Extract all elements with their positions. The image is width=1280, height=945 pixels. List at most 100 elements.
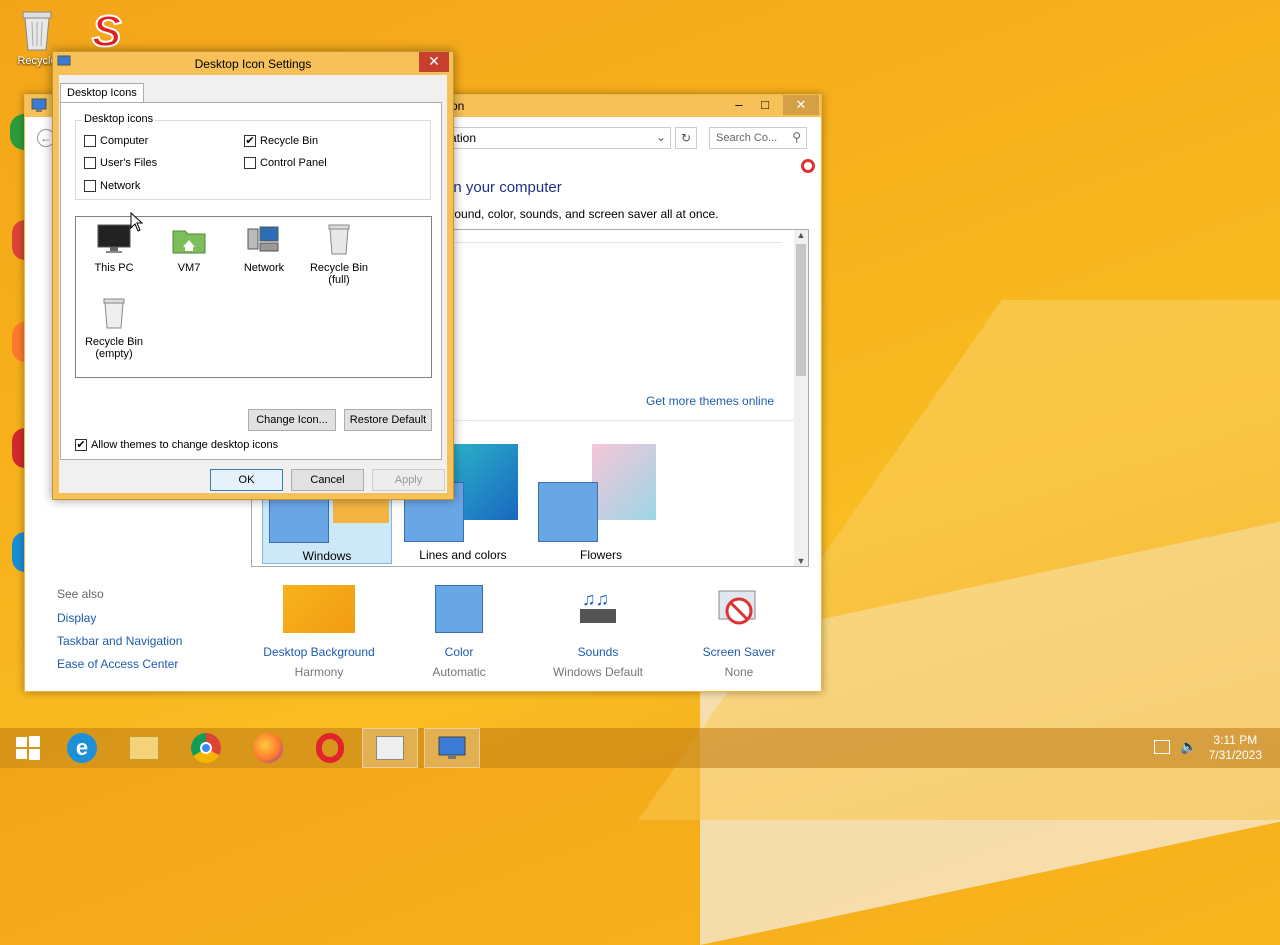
- icon-network[interactable]: Network: [229, 223, 299, 274]
- color-palette-icon: [435, 585, 483, 633]
- clock[interactable]: 3:11 PM 7/31/2023: [1209, 733, 1262, 763]
- theme-label: Flowers: [579, 548, 622, 562]
- close-button[interactable]: ✕: [419, 52, 449, 72]
- desktop-icon-settings-dialog: Desktop Icon Settings ✕ Desktop Icons De…: [52, 51, 454, 500]
- color-palette-icon: [538, 482, 598, 542]
- see-also-display[interactable]: Display: [57, 611, 182, 625]
- change-icon-button[interactable]: Change Icon...: [248, 409, 336, 431]
- icon-vm7[interactable]: VM7: [154, 223, 224, 274]
- folder-home-icon: [172, 230, 206, 254]
- taskbar-internet-explorer[interactable]: e: [54, 728, 110, 768]
- checkbox-label: Allow themes to change desktop icons: [91, 439, 279, 451]
- icon-list: This PC VM7 Network Recycle Bin (full) R…: [75, 216, 432, 378]
- recycle-bin-empty-icon: [103, 298, 125, 329]
- taskbar-opera[interactable]: [302, 728, 358, 768]
- theme-flowers[interactable]: Flowers: [536, 444, 666, 564]
- mouse-cursor-icon: [130, 212, 144, 232]
- checkbox-box[interactable]: [84, 135, 96, 147]
- checkbox-box[interactable]: [84, 157, 96, 169]
- see-also: See also Display Taskbar and Navigation …: [57, 587, 182, 680]
- get-more-themes-link[interactable]: Get more themes online: [646, 394, 774, 408]
- icon-recycle-bin-empty[interactable]: Recycle Bin (empty): [79, 297, 149, 360]
- theme-preview: [592, 444, 656, 520]
- checkbox-box[interactable]: [84, 180, 96, 192]
- color-item[interactable]: Color Automatic: [389, 585, 529, 679]
- chrome-icon: [191, 733, 221, 763]
- firefox-icon: [253, 733, 283, 763]
- recycle-bin-checkbox[interactable]: ✔ Recycle Bin: [244, 135, 318, 147]
- network-checkbox[interactable]: Network: [84, 180, 140, 192]
- help-icon[interactable]: [801, 159, 815, 173]
- ok-button[interactable]: OK: [210, 469, 283, 491]
- item-value: Harmony: [294, 665, 344, 679]
- icon-label: Network: [243, 262, 285, 274]
- maximize-button[interactable]: □: [751, 95, 779, 115]
- desktop-app-s-icon[interactable]: S: [88, 6, 136, 57]
- screen-saver-icon: [715, 585, 763, 633]
- allow-themes-checkbox[interactable]: ✔ Allow themes to change desktop icons: [75, 439, 278, 451]
- checkmark-icon[interactable]: ✔: [244, 135, 256, 147]
- tab-desktop-icons[interactable]: Desktop Icons: [60, 83, 144, 102]
- screen-saver-item[interactable]: Screen Saver None: [669, 585, 809, 679]
- checkbox-box[interactable]: [244, 157, 256, 169]
- scroll-up-icon[interactable]: ▲: [794, 230, 808, 240]
- icon-label: VM7: [177, 262, 201, 274]
- item-name: Desktop Background: [263, 645, 375, 659]
- close-button[interactable]: ✕: [783, 95, 819, 115]
- taskbar-file-explorer[interactable]: [116, 728, 172, 768]
- sounds-icon: ♫♫: [574, 585, 622, 633]
- control-panel-checkbox[interactable]: Control Panel: [244, 157, 327, 169]
- item-name: Color: [444, 645, 474, 659]
- control-panel-icon: [31, 98, 47, 112]
- scrollbar-thumb[interactable]: [796, 244, 806, 376]
- start-button[interactable]: [0, 728, 56, 768]
- checkbox-label: Recycle Bin: [260, 135, 319, 147]
- dialog-body: Desktop Icons Desktop icons Computer Use…: [59, 75, 447, 493]
- see-also-ease-of-access[interactable]: Ease of Access Center: [57, 657, 182, 671]
- theme-label: Lines and colors: [419, 548, 507, 562]
- network-tray-icon[interactable]: [1154, 740, 1170, 754]
- computer-checkbox[interactable]: Computer: [84, 135, 148, 147]
- internet-explorer-icon: e: [67, 733, 97, 763]
- themes-scrollbar[interactable]: ▲ ▼: [794, 230, 808, 566]
- icon-label: Recycle Bin (empty): [84, 336, 144, 360]
- taskbar-firefox[interactable]: [240, 728, 296, 768]
- apply-button[interactable]: Apply: [372, 469, 445, 491]
- item-value: Automatic: [432, 665, 486, 679]
- sounds-item[interactable]: ♫♫ Sounds Windows Default: [528, 585, 668, 679]
- clock-date: 7/31/2023: [1208, 748, 1262, 762]
- icon-label: Recycle Bin (full): [309, 262, 369, 286]
- cancel-button[interactable]: Cancel: [291, 469, 364, 491]
- volume-muted-icon[interactable]: 🔈: [1180, 738, 1197, 755]
- windows-logo-icon: [16, 736, 40, 760]
- monitor-icon: [97, 224, 131, 253]
- svg-text:S: S: [92, 7, 121, 52]
- folder-icon: [129, 736, 159, 760]
- taskbar-control-panel[interactable]: [424, 728, 480, 768]
- taskbar-chrome[interactable]: [178, 728, 234, 768]
- users-files-checkbox[interactable]: User's Files: [84, 157, 157, 169]
- refresh-button[interactable]: ↻: [675, 127, 697, 149]
- address-bar[interactable]: alization ⌄: [425, 127, 671, 149]
- control-panel-icon: [438, 736, 466, 759]
- taskbar: e 🔈 3:11 PM 7/31/2023: [0, 728, 1280, 768]
- page-subtitle: ackground, color, sounds, and screen sav…: [425, 207, 719, 221]
- theme-label: Windows: [302, 549, 352, 563]
- minimize-button[interactable]: –: [725, 95, 753, 115]
- see-also-taskbar-navigation[interactable]: Taskbar and Navigation: [57, 634, 182, 648]
- taskbar-app[interactable]: [362, 728, 418, 768]
- icon-recycle-bin-full[interactable]: Recycle Bin (full): [304, 223, 374, 286]
- recycle-bin-icon: [22, 11, 52, 51]
- dialog-titlebar[interactable]: Desktop Icon Settings ✕: [53, 52, 453, 75]
- checkbox-label: Network: [100, 180, 141, 192]
- search-input[interactable]: Search Co... ⚲: [709, 127, 807, 149]
- item-value: Windows Default: [552, 665, 644, 679]
- group-label: Desktop icons: [82, 113, 156, 125]
- chevron-down-icon[interactable]: ⌄: [656, 130, 666, 144]
- search-placeholder: Search Co...: [716, 132, 778, 144]
- desktop-background-item[interactable]: Desktop Background Harmony: [249, 585, 389, 679]
- checkmark-icon[interactable]: ✔: [75, 439, 87, 451]
- restore-default-button[interactable]: Restore Default: [344, 409, 432, 431]
- scroll-down-icon[interactable]: ▼: [794, 556, 808, 566]
- item-name: Sounds: [577, 645, 619, 659]
